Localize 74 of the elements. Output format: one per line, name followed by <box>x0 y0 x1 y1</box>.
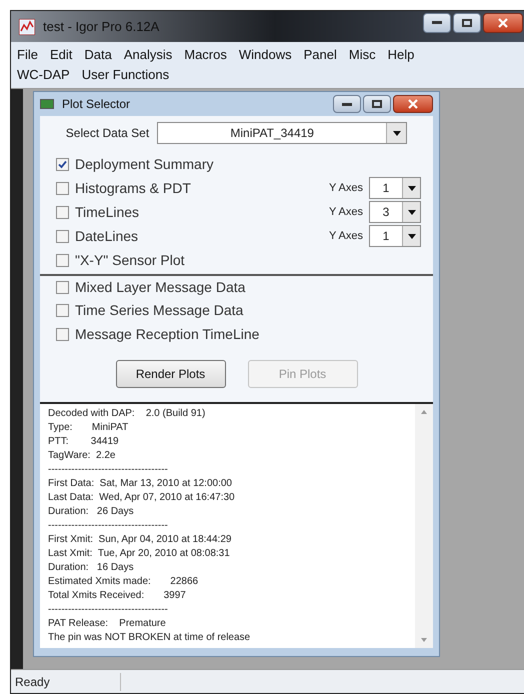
data-set-dropdown[interactable]: MiniPAT_34419 <box>157 122 408 144</box>
check-icon <box>58 160 67 168</box>
menu-item[interactable]: User Functions <box>82 65 170 85</box>
report-line: Type: MiniPAT <box>48 421 130 435</box>
menu-item[interactable]: WC-DAP <box>17 65 70 85</box>
menu-item[interactable]: Data <box>84 45 112 65</box>
checkbox[interactable] <box>56 158 69 170</box>
report-line: First Xmit: Sun, Apr 04, 2010 at 18:44:29 <box>48 533 232 547</box>
maximize-button[interactable] <box>363 95 391 113</box>
minimize-button[interactable] <box>423 12 451 32</box>
close-icon <box>408 99 418 109</box>
report-line: TagWare: 2.2e <box>48 449 116 463</box>
report-line: Decoded with DAP: 2.0 (Build 91) <box>48 407 206 421</box>
option-label: Time Series Message Data <box>75 300 244 320</box>
dropdown-arrow-icon <box>408 234 416 238</box>
maximize-button[interactable] <box>453 12 481 32</box>
checkbox[interactable] <box>56 254 69 266</box>
report-line: ------------------------------------ <box>48 519 169 533</box>
menu-item[interactable]: Analysis <box>124 45 172 65</box>
report-line: Last Data: Wed, Apr 07, 2010 at 16:47:30 <box>48 491 236 505</box>
option-label: Mixed Layer Message Data <box>75 278 246 297</box>
dropdown-arrow-icon <box>408 186 416 190</box>
menu-item[interactable]: File <box>17 45 38 65</box>
menu-item[interactable]: Macros <box>184 45 227 65</box>
checkbox[interactable] <box>56 206 69 218</box>
report-line: Duration: 16 Days <box>48 561 135 575</box>
report-line: PTT: 34419 <box>48 435 120 449</box>
axes-dropdown[interactable]: 1 <box>369 225 421 247</box>
menu-item[interactable]: Help <box>388 45 414 65</box>
report-line: Total Xmits Received: 3997 <box>48 589 187 603</box>
option-label: DateLines <box>75 226 140 246</box>
dropdown-arrow-icon <box>392 130 401 136</box>
menu-item[interactable]: Panel <box>304 45 337 65</box>
report-line: ------------------------------------ <box>48 603 169 617</box>
panel-icon <box>40 99 54 109</box>
report-line: ------------------------------------ <box>48 463 169 477</box>
checkbox[interactable] <box>56 304 69 316</box>
report-line: Duration: 26 Days <box>48 505 135 519</box>
report-line: PAT Release: Premature <box>48 617 167 631</box>
minimize-button[interactable] <box>333 95 361 113</box>
axes-dropdown[interactable]: 1 <box>369 177 421 199</box>
report-line: Estimated Xmits made: 22866 <box>48 575 200 589</box>
status-text: Ready <box>11 672 121 690</box>
report-line: First Data: Sat, Mar 13, 2010 at 12:00:00 <box>48 477 233 491</box>
checkbox[interactable] <box>56 230 69 242</box>
axes-dropdown[interactable]: 3 <box>369 201 421 223</box>
close-icon <box>498 18 508 28</box>
option-label: Deployment Summary <box>75 154 214 174</box>
scroll-up-icon <box>421 410 427 414</box>
menu-item[interactable]: Windows <box>238 45 292 65</box>
panel-title: Plot Selector <box>62 96 132 113</box>
scroll-down-icon <box>421 638 427 642</box>
checkbox[interactable] <box>56 182 69 194</box>
close-button[interactable] <box>393 95 433 113</box>
option-label: Histograms & PDT <box>75 178 192 198</box>
axes-label: Y Axes <box>328 228 363 244</box>
option-label: TimeLines <box>75 202 140 222</box>
window-title: test - Igor Pro 6.12A <box>43 18 160 36</box>
close-button[interactable] <box>483 12 523 32</box>
plot-button[interactable]: Render Plots <box>116 360 226 388</box>
report-line: Last Xmit: Tue, Apr 20, 2010 at 08:08:31 <box>48 547 231 561</box>
scrollbar[interactable] <box>415 404 433 648</box>
checkbox[interactable] <box>56 280 69 294</box>
app-icon <box>19 18 35 34</box>
menu-item[interactable]: Edit <box>50 45 72 65</box>
axes-label: Y Axes <box>328 180 363 196</box>
option-label: Message Reception TimeLine <box>75 324 260 344</box>
axes-label: Y Axes <box>328 204 363 220</box>
data-set-label: Select Data Set <box>66 125 150 142</box>
report-line: The pin was NOT BROKEN at time of release <box>48 631 252 645</box>
dropdown-arrow-icon <box>408 210 416 214</box>
checkbox[interactable] <box>56 328 69 340</box>
option-label: "X-Y" Sensor Plot <box>75 250 186 270</box>
menu-item[interactable]: Misc <box>348 45 376 65</box>
